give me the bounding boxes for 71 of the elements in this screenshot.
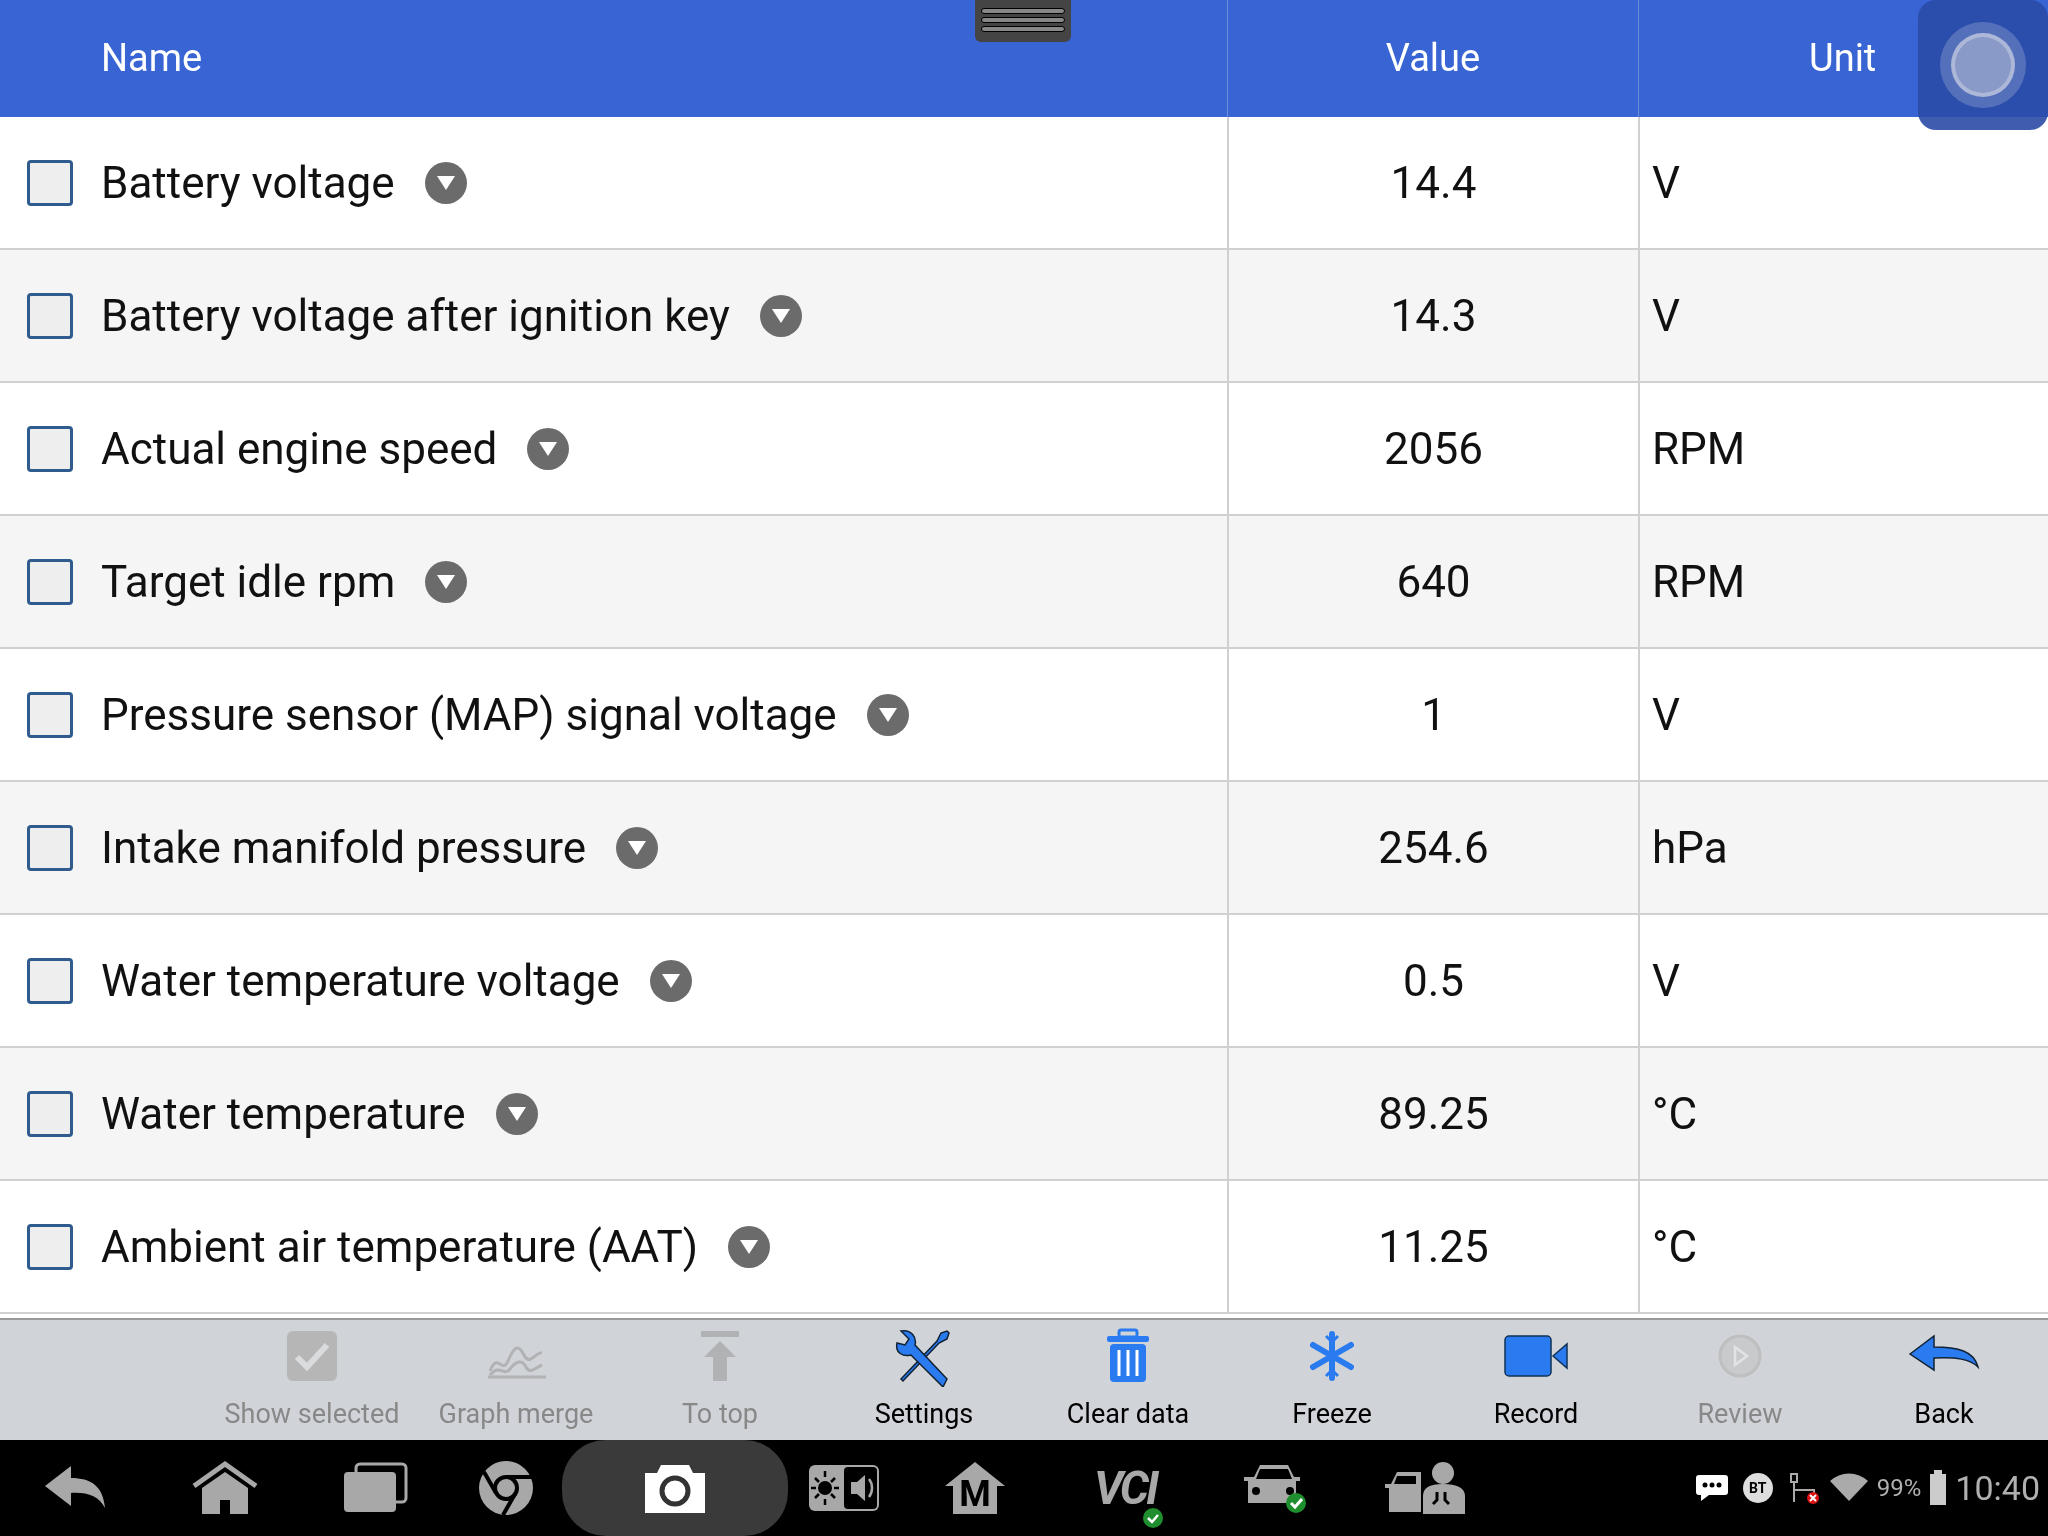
checkbox[interactable] <box>27 425 73 472</box>
unit-cell-text: °C <box>1652 1086 1698 1142</box>
dropdown-icon[interactable] <box>759 294 802 337</box>
parameter-name: Battery voltage <box>101 155 395 211</box>
toolbar-button[interactable]: Back <box>1842 1320 2046 1440</box>
parameter-name: Ambient air temperature (AAT) <box>101 1219 699 1275</box>
recent-apps-icon <box>342 1462 408 1514</box>
parameter-name: Intake manifold pressure <box>101 820 587 876</box>
checkbox[interactable] <box>27 957 73 1004</box>
dropdown-icon[interactable] <box>728 1225 771 1268</box>
column-header[interactable]: Unit <box>1809 30 1877 87</box>
parameter-name: Battery voltage after ignition key <box>101 288 730 344</box>
value-cell-text: 2056 <box>1384 421 1483 477</box>
value-cell-text: 14.4 <box>1390 155 1477 211</box>
value-cell-text: 640 <box>1396 554 1471 610</box>
toolbar-button[interactable]: Clear data <box>1026 1320 1230 1440</box>
car-mechanic-icon <box>1383 1460 1467 1516</box>
parameter-name: Pressure sensor (MAP) signal voltage <box>101 687 837 743</box>
checkbox[interactable] <box>27 159 73 206</box>
parameter-name: Target idle rpm <box>101 554 396 610</box>
toolbar-button[interactable]: Settings <box>822 1320 1026 1440</box>
unit-cell-text: V <box>1652 953 1680 1009</box>
home-icon <box>190 1460 260 1516</box>
checkbox[interactable] <box>27 1223 73 1270</box>
wifi-icon <box>1828 1473 1869 1503</box>
unit-cell-text: °C <box>1652 1219 1698 1275</box>
battery-percent: 99% <box>1876 1473 1922 1504</box>
value-cell-text: 0.5 <box>1402 953 1465 1009</box>
checkbox[interactable] <box>27 691 73 738</box>
floating-button[interactable] <box>1918 0 2048 130</box>
toolbar-button[interactable]: Record <box>1434 1320 1638 1440</box>
unit-cell-text: V <box>1652 687 1680 743</box>
dropdown-icon[interactable] <box>425 560 468 603</box>
check-badge-icon <box>1142 1506 1165 1529</box>
checkbox[interactable] <box>27 1090 73 1137</box>
unit-cell-text: V <box>1652 288 1680 344</box>
dropdown-icon[interactable] <box>866 693 909 736</box>
unit-cell-text: RPM <box>1652 554 1746 610</box>
parameter-name: Water temperature voltage <box>101 953 620 1009</box>
unit-cell-text: V <box>1652 155 1680 211</box>
browser-icon <box>477 1459 535 1517</box>
unit-cell-text: hPa <box>1652 820 1728 876</box>
battery-icon <box>1929 1470 1948 1506</box>
value-cell-text: 89.25 <box>1378 1086 1489 1142</box>
dropdown-icon[interactable] <box>616 826 659 869</box>
bluetooth-status: BT <box>1742 1473 1773 1503</box>
column-header[interactable]: Name <box>101 30 203 87</box>
nav-button[interactable]: VCI <box>1050 1440 1200 1536</box>
unit-cell-text: RPM <box>1652 421 1746 477</box>
value-cell-text: 11.25 <box>1378 1219 1489 1275</box>
column-header[interactable]: Value <box>1385 30 1481 87</box>
parameter-name: Actual engine speed <box>101 421 498 477</box>
clock: 10:40 <box>1955 1466 2040 1510</box>
checkbox[interactable] <box>27 824 73 871</box>
dropdown-icon[interactable] <box>527 427 570 470</box>
checkbox[interactable] <box>27 292 73 339</box>
dropdown-icon[interactable] <box>495 1092 538 1135</box>
brightness-volume-icon <box>807 1463 881 1513</box>
value-cell-text: 14.3 <box>1390 288 1477 344</box>
checkbox[interactable] <box>27 558 73 605</box>
dropdown-icon[interactable] <box>649 959 692 1002</box>
value-cell-text: 254.6 <box>1378 820 1489 876</box>
value-cell-text: 1 <box>1421 687 1446 743</box>
chat-icon <box>1694 1473 1729 1503</box>
parameter-name: Water temperature <box>101 1086 466 1142</box>
toolbar-button[interactable]: Freeze <box>1230 1320 1434 1440</box>
nav-button[interactable]: M <box>900 1440 1050 1536</box>
car-check-icon <box>1242 1463 1308 1513</box>
dropdown-icon[interactable] <box>424 161 467 204</box>
house-icon <box>943 1460 1007 1516</box>
drag-handle-icon[interactable] <box>975 0 1071 42</box>
